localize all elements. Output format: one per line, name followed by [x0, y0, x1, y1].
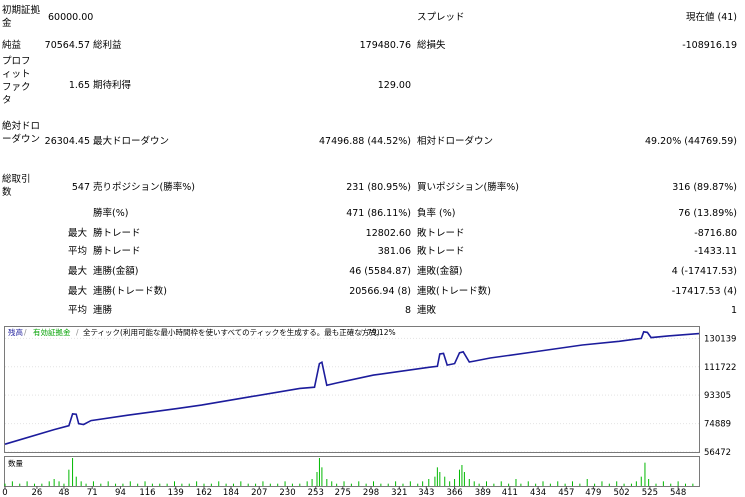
- balance-chart: 残高 / 有効証拠金 / 全ティック(利用可能な最小時間枠を使いすべてのティック…: [0, 322, 745, 497]
- chart-legend: 残高 / 有効証拠金 / 全ティック(利用可能な最小時間枠を使いすべてのティック…: [8, 327, 396, 337]
- total-trades-value: 547: [71, 182, 90, 193]
- avg-consec-losses-value: 1: [730, 305, 737, 316]
- max-consec-profit-label: 連勝(トレード数): [93, 286, 167, 297]
- total-trades-label: 総取引数: [2, 174, 31, 198]
- avg-consec-wins-label: 連勝: [93, 305, 113, 316]
- avg-consec-wins-value: 8: [404, 305, 411, 316]
- y-tick-label: 93305: [704, 391, 731, 401]
- max-drawdown-label: 最大ドローダウン: [93, 136, 170, 147]
- x-tick-label: 411: [502, 488, 518, 497]
- legend-equity: 有効証拠金: [33, 327, 71, 337]
- x-tick-label: 366: [446, 488, 462, 497]
- x-tick-label: 502: [613, 488, 629, 497]
- avg-label: 平均: [68, 246, 88, 257]
- x-tick-label: 207: [251, 488, 267, 497]
- gross-profit-label: 総利益: [93, 40, 122, 51]
- win-pct-value: 471 (86.11%): [346, 208, 411, 219]
- max-consec-wins-label: 連勝(金額): [93, 266, 139, 277]
- max-drawdown-value: 47496.88 (44.52%): [319, 136, 411, 147]
- max-loss-value: -8716.80: [694, 228, 737, 239]
- avg-loss-label: 敗トレード: [417, 246, 465, 257]
- avg-label-2: 平均: [68, 305, 88, 316]
- gross-loss-label: 総損失: [417, 40, 446, 51]
- x-tick-label: 48: [59, 488, 70, 497]
- avg-loss-value: -1433.11: [694, 246, 737, 257]
- y-tick-label: 74889: [704, 420, 731, 430]
- max-consec-losses-label: 連敗(金額): [417, 266, 463, 277]
- loss-pct-label: 負率 (%): [417, 208, 456, 219]
- max-consec-loss-label: 連敗(トレード数): [417, 286, 491, 297]
- x-tick-label: 162: [196, 488, 212, 497]
- avg-consec-losses-label: 連敗: [417, 305, 437, 316]
- rel-drawdown-value: 49.20% (44769.59): [645, 136, 737, 147]
- x-tick-label: 230: [279, 488, 295, 497]
- spread-label: スプレッド: [417, 12, 465, 23]
- short-positions-label: 売りポジション(勝率%): [93, 182, 195, 193]
- profit-factor-label: プロフィットファクタ: [2, 56, 31, 106]
- x-tick-label: 389: [475, 488, 491, 497]
- avg-win-label: 勝トレード: [93, 246, 141, 257]
- x-tick-label: 71: [87, 488, 98, 497]
- max-consec-loss-value: -17417.53 (4): [671, 286, 737, 297]
- x-tick-label: 0: [2, 488, 7, 497]
- max-consec-profit-value: 20566.94 (8): [349, 286, 411, 297]
- x-tick-label: 457: [558, 488, 574, 497]
- max-label-2: 最大: [68, 266, 88, 277]
- y-tick-label: 56472: [704, 448, 731, 458]
- rel-drawdown-label: 相対ドローダウン: [417, 136, 494, 147]
- expected-payoff-value: 129.00: [377, 80, 411, 91]
- max-loss-label: 敗トレード: [417, 228, 465, 239]
- x-tick-label: 139: [168, 488, 184, 497]
- abs-drawdown-label: 絶対ドローダウン: [2, 121, 41, 145]
- long-positions-label: 買いポジション(勝率%): [417, 182, 519, 193]
- x-tick-label: 548: [670, 488, 686, 497]
- y-tick-label: 130139: [704, 334, 736, 344]
- win-pct-label: 勝率(%): [93, 208, 129, 219]
- volume-label: 数量: [8, 458, 23, 468]
- long-positions-value: 316 (89.87%): [672, 182, 737, 193]
- gross-profit-value: 179480.76: [359, 40, 411, 51]
- net-profit-label: 純益: [2, 40, 22, 51]
- avg-win-value: 381.06: [377, 246, 411, 257]
- spread-value: 現在値 (41): [685, 12, 737, 23]
- legend-quality: 79.12%: [367, 328, 396, 337]
- net-profit-value: 70564.57: [44, 40, 90, 51]
- x-tick-label: 525: [642, 488, 658, 497]
- initial-deposit-value: 60000.00: [48, 12, 94, 23]
- max-consec-wins-value: 46 (5584.87): [349, 266, 411, 277]
- x-tick-label: 275: [335, 488, 351, 497]
- x-tick-label: 184: [223, 488, 239, 497]
- legend-model: 全ティック(利用可能な最小時間枠を使いすべてのティックを生成する。最も正確な方式…: [83, 327, 380, 337]
- short-positions-value: 231 (80.95%): [346, 182, 411, 193]
- max-consec-losses-value: 4 (-17417.53): [671, 266, 737, 277]
- x-tick-label: 253: [308, 488, 324, 497]
- profit-factor-value: 1.65: [68, 80, 90, 91]
- gross-loss-value: -108916.19: [682, 40, 737, 51]
- max-label: 最大: [68, 228, 88, 239]
- max-win-value: 12802.60: [365, 228, 411, 239]
- y-tick-label: 111722: [704, 363, 736, 373]
- x-tick-label: 479: [585, 488, 601, 497]
- x-tick-label: 26: [32, 488, 43, 497]
- expected-payoff-label: 期待利得: [93, 80, 132, 91]
- x-tick-label: 321: [391, 488, 407, 497]
- abs-drawdown-value: 26304.45: [44, 136, 90, 147]
- x-tick-label: 116: [139, 488, 155, 497]
- initial-deposit-label: 初期証拠金: [2, 5, 41, 29]
- max-label-3: 最大: [68, 286, 88, 297]
- max-win-label: 勝トレード: [93, 228, 141, 239]
- loss-pct-value: 76 (13.89%): [678, 208, 737, 219]
- x-tick-label: 298: [363, 488, 379, 497]
- x-tick-label: 94: [115, 488, 126, 497]
- legend-balance: 残高: [8, 327, 23, 337]
- x-tick-label: 343: [418, 488, 434, 497]
- x-tick-label: 434: [530, 488, 546, 497]
